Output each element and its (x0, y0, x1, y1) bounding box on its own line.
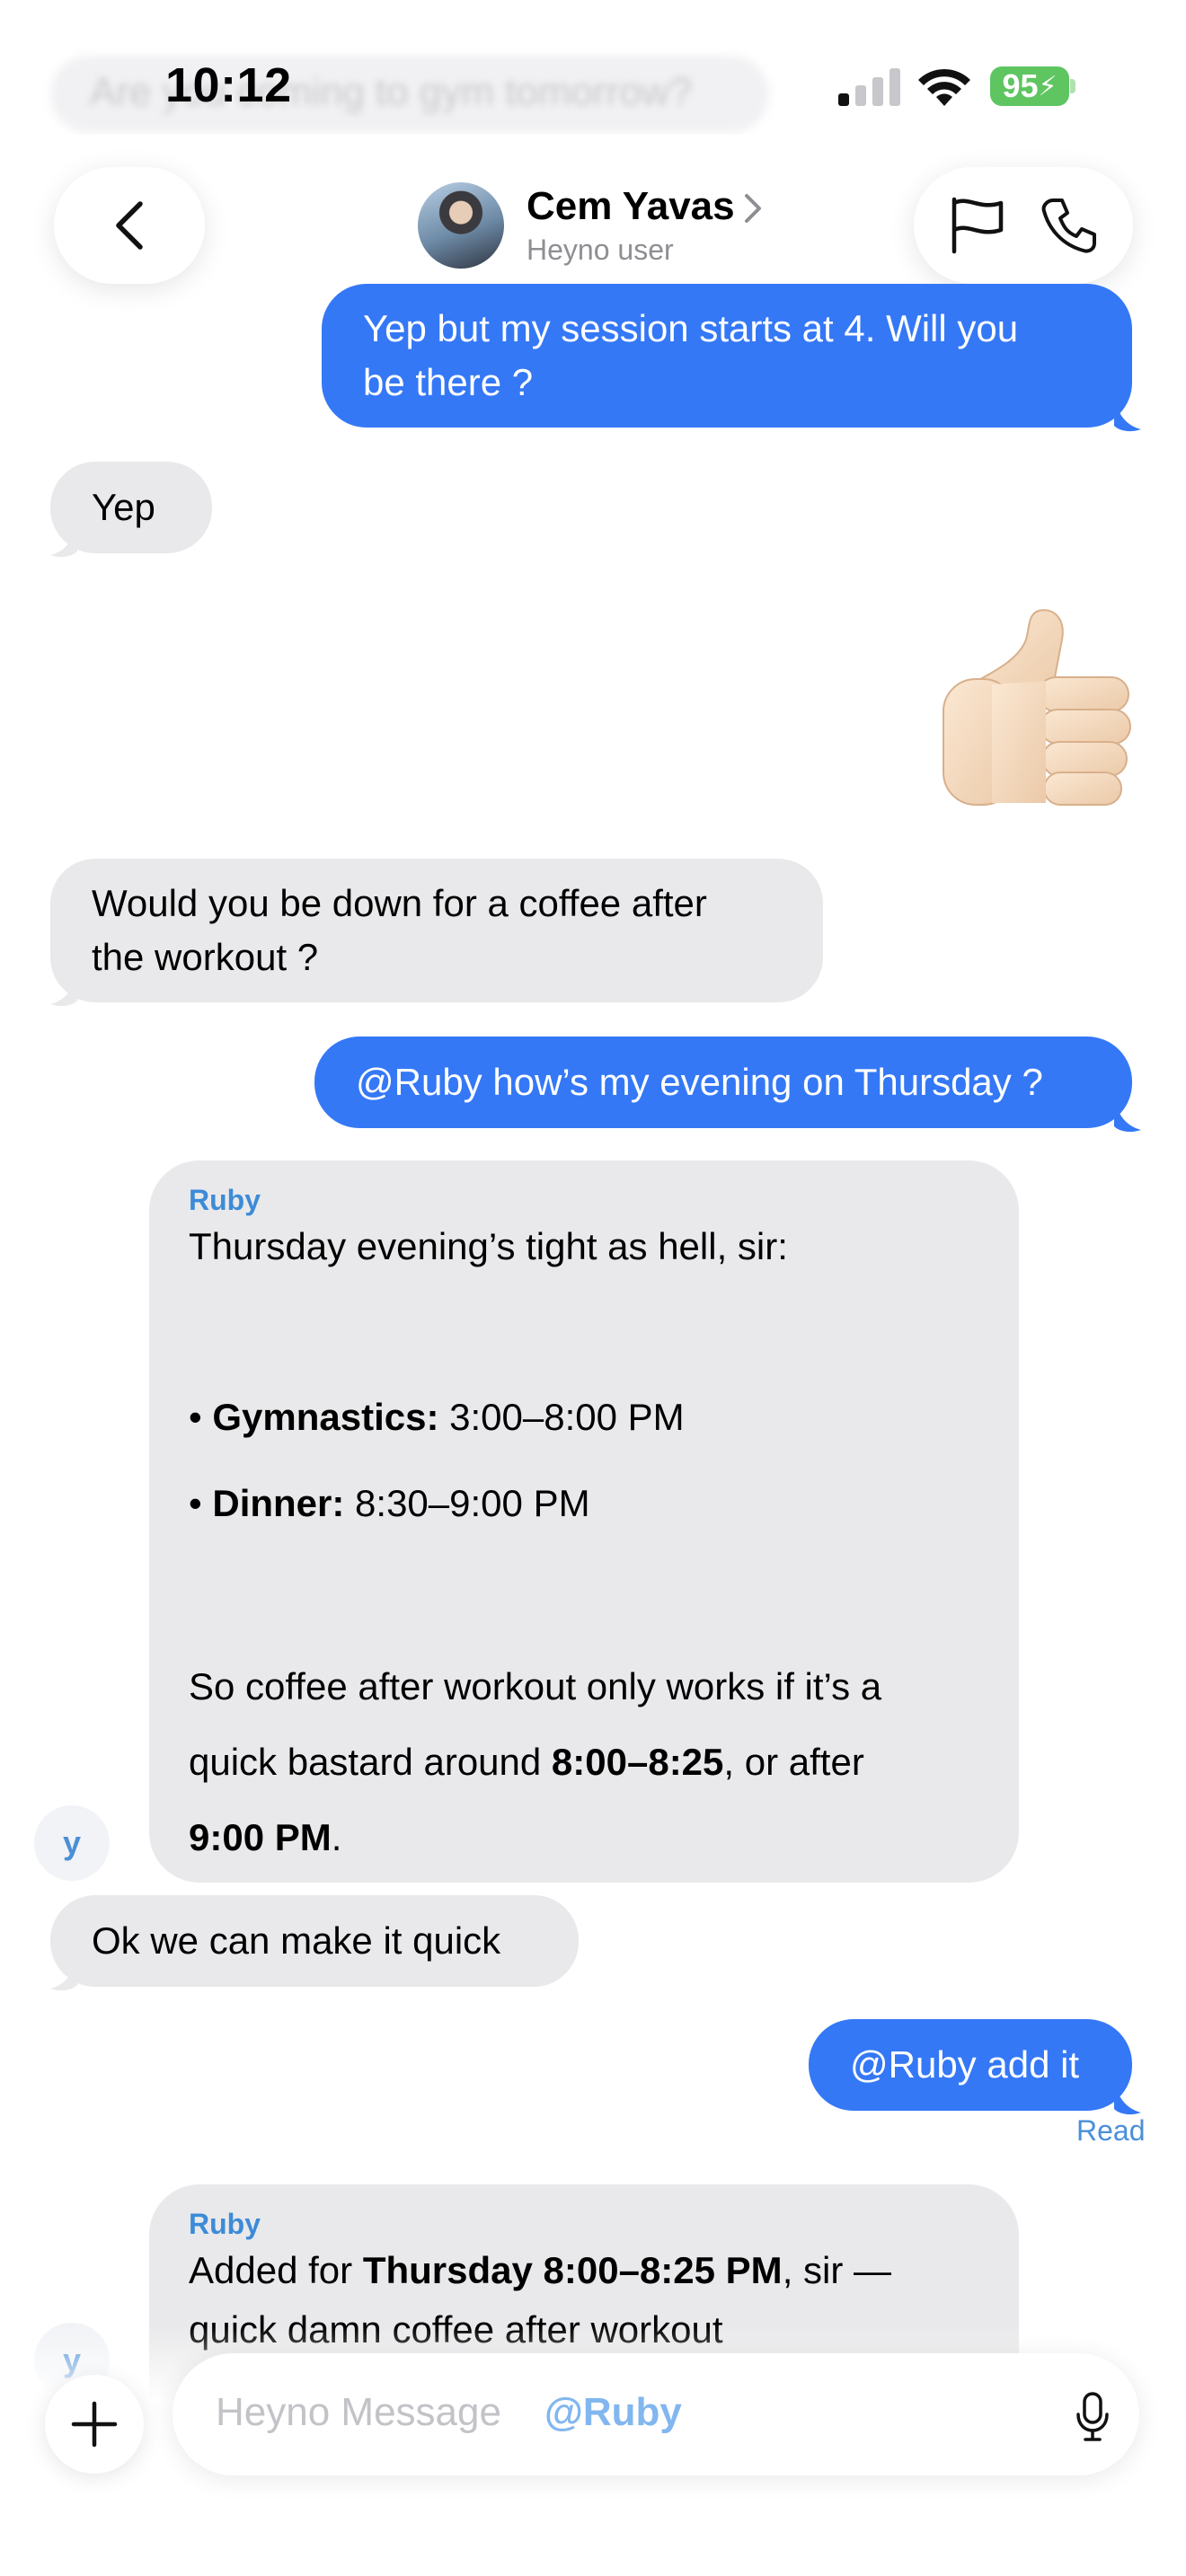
message-text: @Ruby how’s my evening on Thursday ? (356, 1061, 1043, 1103)
chevron-right-icon (745, 194, 761, 223)
paragraph-text: quick bastard around (189, 1741, 552, 1783)
flag-icon[interactable] (949, 196, 1006, 255)
message-line: the workout ? (92, 936, 319, 978)
schedule-item: • Gymnastics: 3:00–8:00 PM (189, 1396, 685, 1438)
assistant-avatar[interactable]: y (34, 1805, 110, 1881)
paragraph-line: 9:00 PM. (189, 1800, 979, 1875)
outgoing-message[interactable]: @Ruby add it (809, 2019, 1132, 2111)
assistant-bold-text: Thursday 8:00–8:25 PM (362, 2249, 783, 2291)
contact-subtitle: Heyno user (527, 234, 674, 266)
assistant-line: Added for Thursday 8:00–8:25 PM, sir — (189, 2244, 979, 2298)
message-text: @Ruby add it (850, 2043, 1080, 2086)
assistant-text: Added for (189, 2249, 363, 2291)
contact-name[interactable]: Cem Yavas (527, 184, 735, 229)
assistant-intro: Thursday evening’s tight as hell, sir: (189, 1225, 788, 1267)
outgoing-bubble-tail (1114, 397, 1141, 432)
paragraph-text: . (331, 1816, 342, 1858)
paragraph-bold-text: 9:00 PM (189, 1816, 332, 1858)
mention-chip[interactable]: @Ruby (544, 2390, 682, 2435)
outgoing-message[interactable]: Yep but my session starts at 4. Will you… (322, 284, 1132, 428)
outgoing-bubble-tail (1114, 2080, 1141, 2115)
incoming-bubble-tail (50, 1956, 77, 1991)
message-text: Ok we can make it quick (92, 1919, 501, 1962)
message-line: Would you be down for a coffee after (92, 882, 707, 924)
charging-bolt-icon: ⚡ (1038, 71, 1058, 101)
incoming-message[interactable]: Ok we can make it quick (50, 1895, 579, 1987)
attach-button[interactable] (45, 2375, 144, 2474)
plus-icon (71, 2401, 118, 2448)
back-button[interactable] (54, 167, 205, 284)
microphone-icon[interactable] (1075, 2391, 1111, 2443)
paragraph-line: So coffee after workout only works if it… (189, 1665, 882, 1707)
contact-avatar[interactable] (418, 182, 504, 269)
paragraph-bold-text: 8:00–8:25 (551, 1741, 724, 1783)
message-input-placeholder: Heyno Message (216, 2390, 501, 2434)
message-text: Yep (92, 486, 155, 528)
battery-level: 95 (1002, 67, 1039, 104)
incoming-bubble-tail (50, 972, 77, 1007)
battery-indicator: 95 ⚡ (990, 66, 1069, 106)
schedule-item-label: Gymnastics: (212, 1396, 439, 1438)
assistant-sender-name: Ruby (189, 1184, 261, 1216)
message-line: be there ? (363, 361, 534, 403)
phone-icon[interactable] (1040, 197, 1098, 254)
incoming-bubble-tail (50, 523, 77, 558)
header-actions (914, 167, 1133, 284)
schedule-item: • Dinner: 8:30–9:00 PM (189, 1482, 590, 1524)
cellular-signal-icon (838, 68, 900, 106)
wifi-icon (918, 68, 970, 106)
paragraph-line: quick bastard around 8:00–8:25, or after (189, 1725, 979, 1800)
status-time: 10:12 (165, 58, 292, 112)
battery-tip (1070, 79, 1075, 93)
assistant-text: , sir — (782, 2249, 892, 2291)
back-chevron-icon (116, 201, 143, 250)
schedule-item-label: Dinner: (212, 1482, 345, 1524)
message-line: Yep but my session starts at 4. Will you (363, 307, 1019, 349)
assistant-sender-name: Ruby (189, 2208, 261, 2240)
schedule-item-value: 3:00–8:00 PM (449, 1396, 685, 1438)
thumbs-up-emoji[interactable] (938, 604, 1136, 810)
incoming-message[interactable]: Would you be down for a coffee after the… (50, 859, 823, 1002)
read-receipt: Read (1076, 2114, 1146, 2147)
outgoing-message[interactable]: @Ruby how’s my evening on Thursday ? (314, 1037, 1132, 1128)
schedule-item-value: 8:30–9:00 PM (355, 1482, 590, 1524)
outgoing-bubble-tail (1114, 1098, 1141, 1133)
paragraph-text: , or after (723, 1741, 864, 1783)
assistant-paragraph: So coffee after workout only works if it… (189, 1649, 979, 1875)
assistant-message-card[interactable]: Ruby Thursday evening’s tight as hell, s… (149, 1160, 1019, 1883)
